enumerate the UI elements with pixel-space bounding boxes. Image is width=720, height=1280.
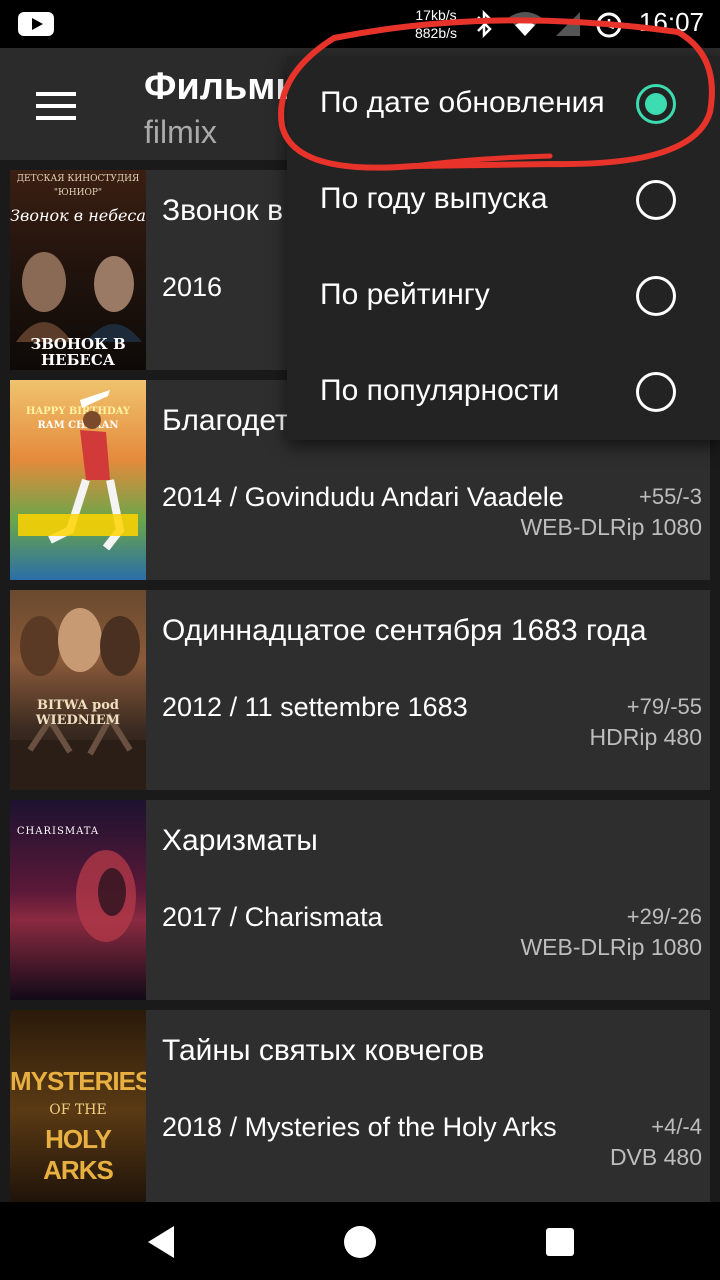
movie-quality: WEB-DLRip 1080 — [520, 934, 702, 960]
radio-selected-icon[interactable] — [636, 84, 676, 124]
movie-poster: CHARISMATA — [10, 800, 146, 1000]
movie-quality: HDRip 480 — [589, 724, 703, 750]
movie-rating: +4/-4 — [651, 1114, 702, 1139]
sort-menu: По дате обновления По году выпуска По ре… — [287, 56, 720, 440]
movie-poster: ДЕТСКАЯ КИНОСТУДИЯ "ЮНИОР" Звонок в небе… — [10, 170, 146, 370]
movie-card[interactable]: BITWA pod WIEDNIEM Одиннадцатое сентября… — [10, 590, 710, 790]
poster-text: Звонок в небеса — [10, 206, 146, 225]
recent-apps-icon[interactable] — [546, 1228, 574, 1256]
poster-text: "ЮНИОР" — [53, 188, 103, 198]
sort-option-popularity[interactable]: По популярности — [287, 344, 720, 440]
bluetooth-icon — [477, 10, 492, 38]
signal-icon — [556, 12, 580, 36]
sort-option-release-year[interactable]: По году выпуска — [287, 152, 720, 248]
network-speed: 17kb/s 882b/s — [408, 6, 464, 42]
poster-text: MYSTERIES — [10, 1066, 146, 1096]
movie-poster: MYSTERIES OF THE HOLY ARKS — [10, 1010, 146, 1202]
poster-text: BITWA pod WIEDNIEM — [35, 698, 121, 728]
net-speed-up: 17kb/s — [415, 7, 457, 23]
page-title: Фильмы — [144, 66, 308, 108]
movie-year: 2016 — [162, 272, 223, 302]
movie-poster: BITWA pod WIEDNIEM — [10, 590, 146, 790]
wifi-icon — [508, 12, 542, 36]
poster-text: OF THE — [49, 1102, 107, 1118]
alarm-icon — [596, 12, 622, 38]
movie-title: Одиннадцатое сентября 1683 года — [162, 614, 647, 647]
movie-poster: HAPPY BIRTHDAY RAM CHARAN — [10, 380, 146, 580]
youtube-icon — [18, 12, 54, 36]
clock: 16:07 — [638, 7, 704, 37]
sort-option-rating[interactable]: По рейтингу — [287, 248, 720, 344]
navigation-bar — [0, 1202, 720, 1280]
movie-title: Харизматы — [162, 824, 318, 857]
movie-title: Тайны святых ковчегов — [162, 1034, 485, 1067]
status-bar: 17kb/s 882b/s 16:07 — [0, 0, 720, 48]
sort-option-update-date[interactable]: По дате обновления — [287, 56, 720, 152]
poster-text: ДЕТСКАЯ КИНОСТУДИЯ — [16, 174, 140, 184]
movie-card[interactable]: MYSTERIES OF THE HOLY ARKS Тайны святых … — [10, 1010, 710, 1202]
movie-year: 2014 / Govindudu Andari Vaadele — [162, 482, 564, 512]
movie-card[interactable]: CHARISMATA Харизматы 2017 / Charismata +… — [10, 800, 710, 1000]
movie-year: 2012 / 11 settembre 1683 — [162, 692, 468, 722]
radio-icon[interactable] — [636, 276, 676, 316]
page-subtitle: filmix — [144, 114, 217, 150]
movie-quality: WEB-DLRip 1080 — [520, 514, 702, 540]
menu-icon[interactable] — [36, 92, 76, 120]
movie-rating: +29/-26 — [626, 904, 702, 929]
poster-text: HOLY ARKS — [43, 1124, 114, 1185]
sort-option-label: По дате обновления — [320, 86, 605, 119]
sort-option-label: По рейтингу — [320, 278, 490, 311]
movie-rating: +79/-55 — [626, 694, 702, 719]
movie-rating: +55/-3 — [639, 484, 702, 509]
net-speed-down: 882b/s — [414, 25, 458, 41]
back-icon[interactable] — [148, 1226, 174, 1258]
sort-option-label: По популярности — [320, 374, 560, 407]
movie-quality: DVB 480 — [609, 1144, 702, 1170]
home-icon[interactable] — [344, 1226, 376, 1258]
movie-year: 2017 / Charismata — [162, 902, 383, 932]
movie-year: 2018 / Mysteries of the Holy Arks — [162, 1112, 557, 1142]
poster-text: ЗВОНОК В НЕБЕСА — [30, 335, 126, 369]
sort-option-label: По году выпуска — [320, 182, 548, 215]
radio-icon[interactable] — [636, 180, 676, 220]
radio-icon[interactable] — [636, 372, 676, 412]
